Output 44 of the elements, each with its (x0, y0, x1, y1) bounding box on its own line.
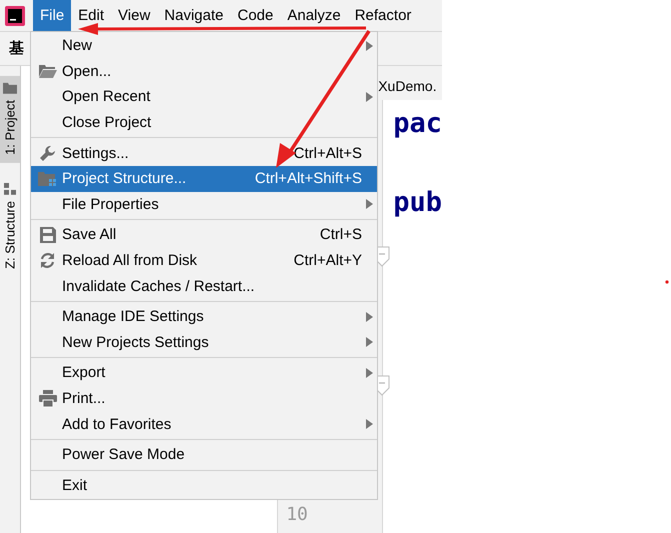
menu-item[interactable]: File Properties (31, 192, 377, 218)
menu-item[interactable]: Close Project (31, 110, 377, 136)
folder-icon (38, 64, 56, 78)
menu-item[interactable]: Reload All from Disk Ctrl+Alt+Y (31, 248, 377, 274)
menu-bar-item[interactable]: Refactor (348, 0, 418, 31)
tool-window-tab[interactable]: Z: Structure (0, 176, 20, 277)
code-line: pub (393, 187, 442, 218)
menu-item[interactable]: Open Recent (31, 84, 377, 110)
line-number: 10 (286, 504, 309, 525)
menu-item[interactable]: Settings... Ctrl+Alt+S (31, 140, 377, 166)
annotation-dot (665, 280, 669, 284)
menu-item[interactable]: Print... (31, 386, 377, 412)
menu-item[interactable]: Manage IDE Settings (31, 304, 377, 330)
shortcut-label: Ctrl+S (320, 226, 362, 244)
printer-icon (38, 390, 56, 408)
folder-grid-icon (38, 170, 58, 187)
save-icon (40, 226, 56, 243)
tool-window-tab[interactable]: 1: Project (0, 76, 20, 163)
structure-icon (4, 182, 16, 195)
folder-icon (3, 82, 17, 94)
menu-bar-item[interactable]: Navigate (157, 0, 230, 31)
menu-item[interactable]: Save All Ctrl+S (31, 222, 377, 248)
shortcut-label: Ctrl+Alt+Y (294, 252, 362, 270)
menu-bar-item[interactable]: File (33, 0, 72, 31)
app-logo-icon[interactable] (5, 6, 25, 26)
menu-item[interactable]: Power Save Mode (31, 442, 377, 468)
menu-bar-item[interactable]: Edit (71, 0, 112, 31)
menu-item[interactable]: New Projects Settings (31, 330, 377, 356)
menu-bar-item[interactable]: View (111, 0, 158, 31)
breadcrumb[interactable]: 基 (9, 39, 24, 58)
menu-item[interactable]: Invalidate Caches / Restart... (31, 273, 377, 299)
menu-item[interactable]: Project Structure... Ctrl+Alt+Shift+S (31, 166, 377, 192)
shortcut-label: Ctrl+Alt+Shift+S (254, 170, 362, 188)
menu-bar-item[interactable]: Code (230, 0, 280, 31)
code-line: pac (393, 108, 442, 139)
menu-item[interactable]: New (31, 33, 377, 59)
wrench-icon (39, 144, 56, 162)
menu-item[interactable]: Export (31, 360, 377, 386)
menu-item[interactable]: Open... (31, 58, 377, 84)
reload-icon (39, 252, 56, 270)
shortcut-label: Ctrl+Alt+S (294, 144, 362, 162)
menu-bar-item[interactable]: Analyze (280, 0, 348, 31)
menu-item[interactable]: Exit (31, 472, 377, 498)
menu-item[interactable]: Add to Favorites (31, 411, 377, 437)
